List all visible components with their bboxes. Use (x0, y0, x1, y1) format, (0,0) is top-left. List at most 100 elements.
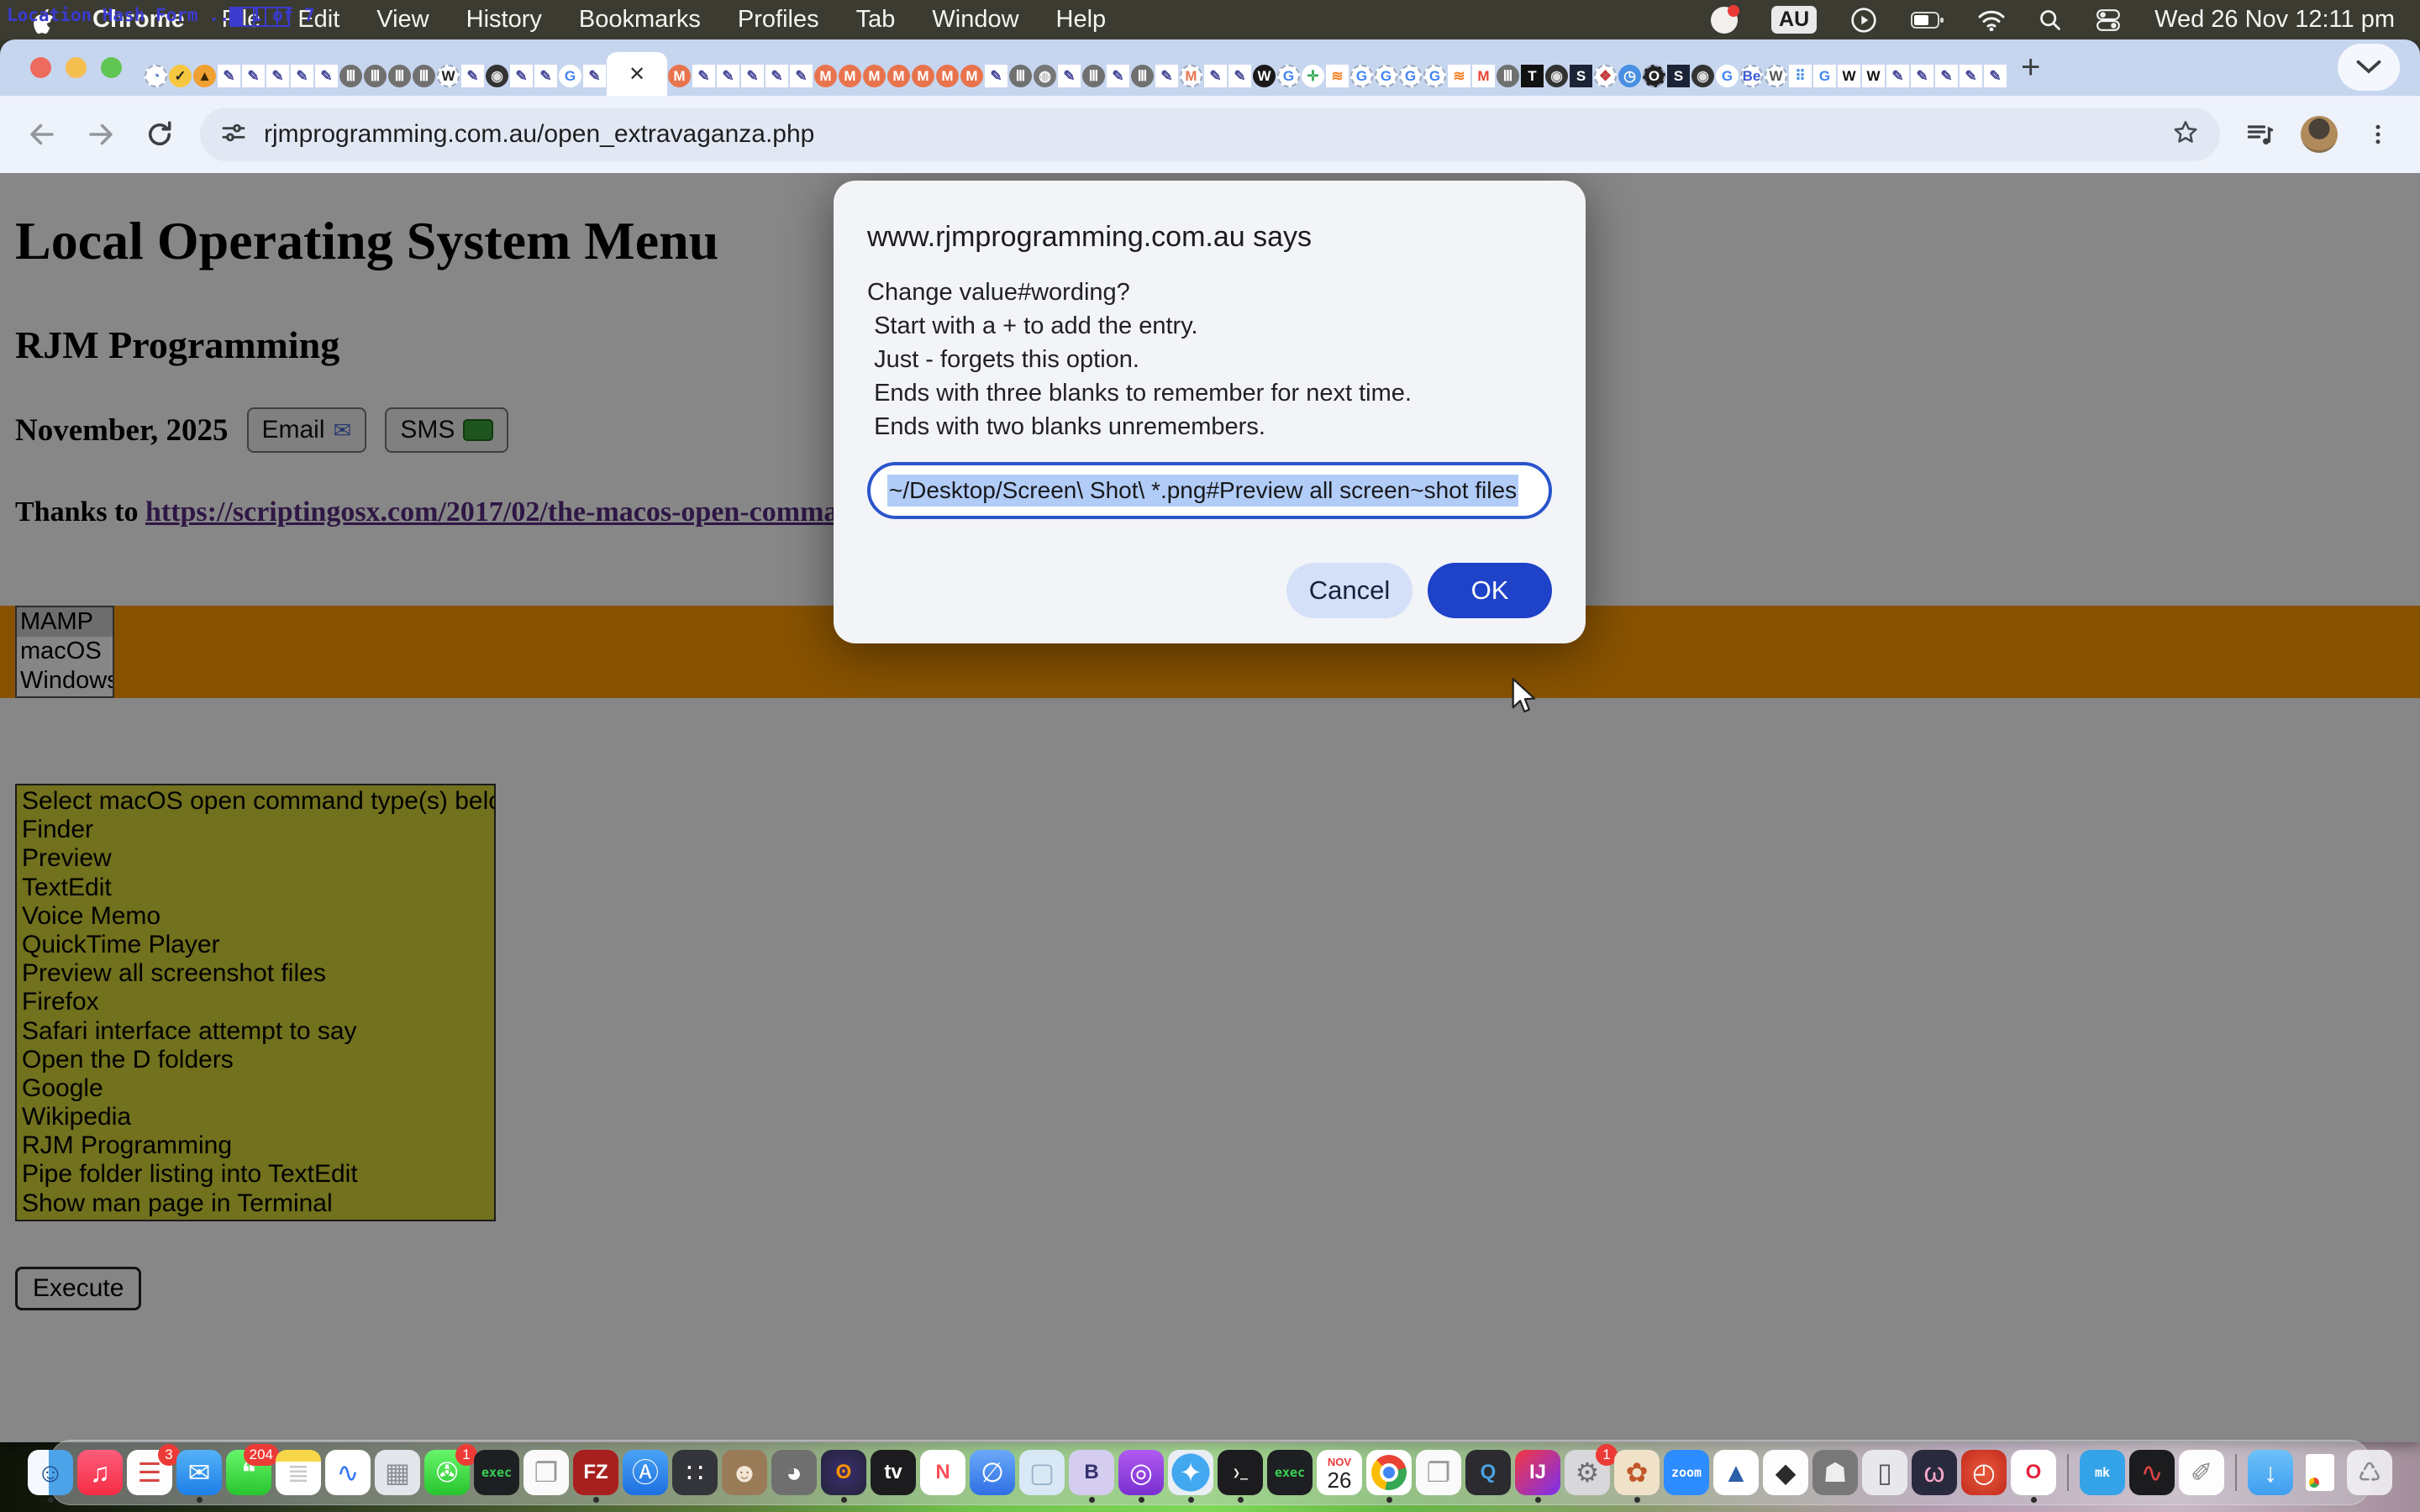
dock-music-icon[interactable]: ♫ (77, 1450, 123, 1495)
new-tab-button[interactable]: + (2021, 50, 2040, 84)
input-source-badge[interactable]: AU (1771, 6, 1817, 34)
browser-tab[interactable]: ✎ (1203, 55, 1228, 96)
browser-tab[interactable]: ✎ (1910, 55, 1934, 96)
bookmark-star-icon[interactable] (2171, 118, 2200, 151)
browser-tab[interactable]: ✎ (217, 55, 241, 96)
dock-terminal-icon[interactable]: ❯_ (1218, 1450, 1263, 1495)
url-text[interactable]: rjmprogramming.com.au/open_extravaganza.… (264, 120, 2154, 149)
browser-tab[interactable]: S (1569, 55, 1593, 96)
dock-opera-icon[interactable]: O (2011, 1450, 2056, 1495)
dock-facetime-icon[interactable]: ✇1 (424, 1450, 470, 1495)
ok-button[interactable]: OK (1428, 563, 1552, 618)
wifi-icon[interactable] (1978, 9, 2005, 31)
browser-tab[interactable]: ✎ (692, 55, 716, 96)
dock-app-store-icon[interactable]: Ⓐ (623, 1450, 668, 1495)
dock-inkscape-icon[interactable]: ◆ (1763, 1450, 1808, 1495)
dock-mail-icon[interactable]: ✉ (176, 1450, 222, 1495)
browser-tab[interactable]: ⠿ (1788, 55, 1812, 96)
dock-bbedit-icon[interactable]: B (1069, 1450, 1114, 1495)
browser-tab[interactable]: G (1398, 55, 1423, 96)
browser-tab[interactable]: ✎ (241, 55, 266, 96)
browser-tab[interactable]: G (1423, 55, 1447, 96)
browser-tab[interactable]: ◉ (1691, 55, 1715, 96)
browser-tab[interactable]: ◍ (1033, 55, 1057, 96)
browser-tab[interactable]: G (1812, 55, 1837, 96)
menu-item-tab[interactable]: Tab (856, 6, 896, 34)
dock-paintbrush-icon[interactable]: ✿ (1614, 1450, 1660, 1495)
dock-chrome-icon[interactable] (1366, 1450, 1412, 1495)
close-window-button[interactable] (30, 57, 51, 78)
browser-tab[interactable]: Ⅲ (1496, 55, 1520, 96)
dock-mk-app-icon[interactable]: mk (2080, 1450, 2125, 1495)
minimize-window-button[interactable] (66, 57, 87, 78)
back-button[interactable] (24, 116, 60, 153)
menu-bar-clock[interactable]: Wed 26 Nov 12:11 pm (2154, 6, 2395, 34)
browser-tab[interactable]: ✎ (314, 55, 339, 96)
menu-item-history[interactable]: History (466, 6, 542, 34)
menu-item-bookmarks[interactable]: Bookmarks (579, 6, 701, 34)
browser-tab[interactable]: Ⅲ (363, 55, 387, 96)
dock-gimp-icon[interactable]: ◕ (771, 1450, 817, 1495)
browser-tab[interactable]: G (1374, 55, 1398, 96)
dock-calendar-icon[interactable]: NOV26 (1317, 1450, 1362, 1495)
dock-launchpad-icon[interactable]: ▦ (375, 1450, 420, 1495)
browser-tab[interactable]: M (838, 55, 862, 96)
prompt-input[interactable]: ~/Desktop/Screen\ Shot\ *.png#Preview al… (867, 462, 1552, 519)
forward-button[interactable] (82, 116, 119, 153)
control-center-icon[interactable] (2096, 8, 2121, 33)
browser-tab[interactable]: M (667, 55, 692, 96)
browser-tab[interactable]: M (862, 55, 886, 96)
dock-exec-terminal-2-icon[interactable]: exec (1267, 1450, 1313, 1495)
browser-tab[interactable]: ✎ (1228, 55, 1252, 96)
browser-tab[interactable]: W (1837, 55, 1861, 96)
dock-quicktime-icon[interactable]: Q (1465, 1450, 1511, 1495)
dock-notes-icon[interactable]: ≣ (276, 1450, 321, 1495)
browser-tab[interactable]: G (1715, 55, 1739, 96)
browser-tab[interactable]: M (1471, 55, 1496, 96)
battery-icon[interactable] (1911, 11, 1944, 29)
dock-cat-app-icon[interactable]: ω (1912, 1450, 1957, 1495)
browser-tab[interactable]: Ⅲ (412, 55, 436, 96)
browser-tab[interactable]: ✎ (984, 55, 1008, 96)
dock-calculator-icon[interactable]: ∷ (672, 1450, 718, 1495)
browser-tab[interactable]: M (886, 55, 911, 96)
dock-chrome-mini-file-icon[interactable] (2297, 1450, 2343, 1495)
browser-tab[interactable]: Ⅲ (1130, 55, 1155, 96)
browser-tab[interactable]: ✎ (1106, 55, 1130, 96)
browser-tab[interactable]: ✎ (1155, 55, 1179, 96)
browser-tab[interactable]: ✎ (1934, 55, 1959, 96)
browser-tab[interactable]: M (960, 55, 984, 96)
zoom-window-button[interactable] (101, 57, 122, 78)
dock-news-icon[interactable]: N (920, 1450, 965, 1495)
dock-firefox-icon[interactable]: ʘ (821, 1450, 866, 1495)
browser-tab[interactable]: ◉ (1544, 55, 1569, 96)
tab-search-chevron-button[interactable] (2338, 44, 2400, 91)
browser-tab[interactable]: Ⅲ (387, 55, 412, 96)
browser-tab[interactable]: W (436, 55, 460, 96)
browser-tab[interactable]: M (813, 55, 838, 96)
dock-do-not-disturb-icon[interactable]: ∅ (970, 1450, 1015, 1495)
browser-tab[interactable]: M (1179, 55, 1203, 96)
browser-tab[interactable]: ✎ (509, 55, 534, 96)
browser-tab[interactable]: T (1520, 55, 1544, 96)
dock-elephant-app-icon[interactable]: ☗ (1812, 1450, 1858, 1495)
site-info-icon[interactable] (220, 119, 247, 150)
profile-avatar[interactable] (2301, 116, 2338, 153)
spotlight-search-icon[interactable] (2039, 8, 2062, 32)
browser-tab[interactable]: Ⅲ (339, 55, 363, 96)
now-playing-icon[interactable] (1850, 7, 1877, 34)
browser-tab[interactable]: G (1276, 55, 1301, 96)
dock-trash-icon[interactable]: ♺ (2347, 1450, 2392, 1495)
browser-tab[interactable]: ✎ (266, 55, 290, 96)
browser-tab[interactable]: ◷ (1618, 55, 1642, 96)
dock-downloads-folder-icon[interactable]: ↓ (2248, 1450, 2293, 1495)
browser-tab[interactable]: ✎ (582, 55, 607, 96)
media-controls-icon[interactable] (2242, 116, 2279, 153)
browser-tab[interactable]: ✎ (290, 55, 314, 96)
browser-tab[interactable]: ≋ (1447, 55, 1471, 96)
dock-intellij-idea-icon[interactable]: IJ (1515, 1450, 1560, 1495)
browser-tab[interactable]: O (1642, 55, 1666, 96)
browser-menu-kebab-icon[interactable] (2360, 116, 2396, 153)
browser-tab[interactable]: ✎ (765, 55, 789, 96)
browser-tab[interactable]: Ⅲ (1081, 55, 1106, 96)
